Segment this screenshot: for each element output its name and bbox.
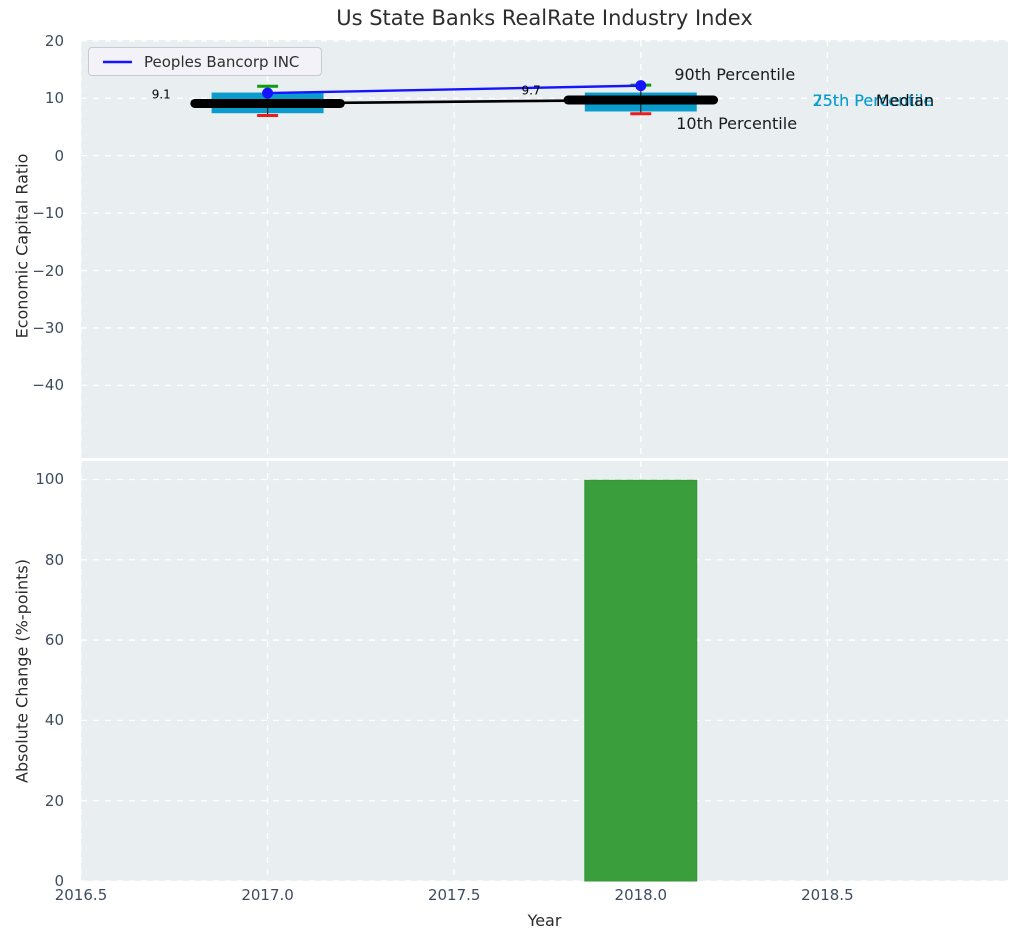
bottom-panel-background	[81, 461, 1008, 881]
x-axis-label: Year	[527, 911, 562, 930]
annotation-90th-percentile: 90th Percentile	[674, 65, 796, 85]
bottom-y-axis-label: Absolute Change (%-points)	[12, 559, 32, 783]
legend-line-icon	[103, 60, 132, 63]
annotation-median-label: Median	[875, 90, 935, 110]
company-marker-2018	[635, 80, 647, 92]
legend-label: Peoples Bancorp INC	[144, 52, 300, 71]
legend: Peoples Bancorp INC	[88, 47, 322, 76]
company-marker-2017	[262, 87, 274, 99]
chart-canvas	[80, 40, 1008, 882]
annotation-median-2017: 9.1	[151, 87, 171, 102]
annotation-median-2018: 9.7	[521, 83, 541, 98]
realrate-industry-index-figure: Us State Banks RealRate Industry Index E…	[0, 0, 1019, 942]
top-y-axis-label: Economic Capital Ratio	[12, 153, 32, 339]
change-bar-2018	[584, 479, 698, 882]
chart-title: Us State Banks RealRate Industry Index	[336, 6, 753, 30]
annotation-10th-percentile: 10th Percentile	[676, 113, 798, 133]
